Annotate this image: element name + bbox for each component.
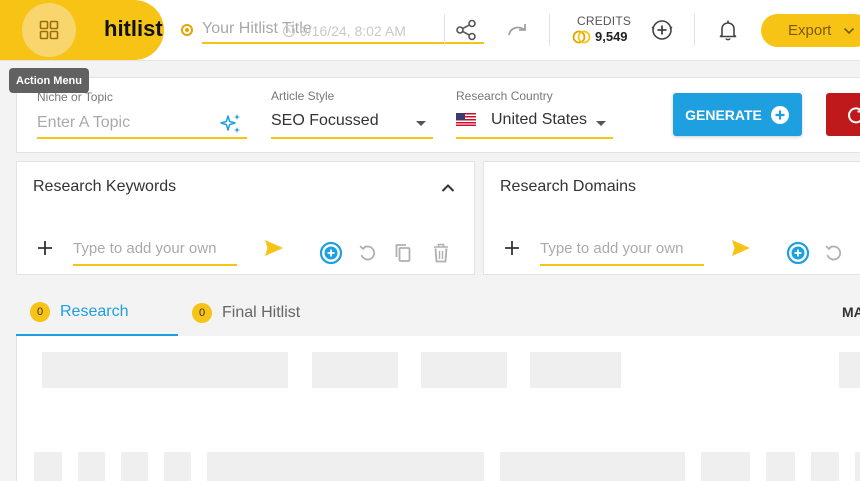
- domain-input[interactable]: Type to add your own: [540, 238, 704, 266]
- export-button[interactable]: Export: [761, 14, 860, 47]
- results-content: [16, 336, 860, 481]
- loading-placeholder: [42, 352, 288, 388]
- loading-placeholder: [78, 452, 105, 481]
- add-keyword-circle-button[interactable]: [319, 241, 343, 265]
- status-dot-icon: [181, 24, 193, 36]
- add-circle-icon: [651, 20, 673, 40]
- loading-placeholder: [701, 452, 750, 481]
- keyword-input[interactable]: Type to add your own: [73, 238, 237, 266]
- add-domain-circle-button[interactable]: [786, 241, 810, 265]
- plus-icon: [505, 241, 519, 255]
- reset-button[interactable]: [826, 93, 860, 136]
- undo-button[interactable]: [357, 242, 377, 264]
- generate-button[interactable]: GENERATE: [673, 93, 802, 136]
- undo-icon: [359, 245, 376, 261]
- research-domains-title: Research Domains: [500, 178, 637, 195]
- loading-placeholder: [207, 452, 484, 481]
- chevron-down-icon: [596, 121, 606, 126]
- plus-icon: [38, 241, 52, 255]
- bell-icon: [719, 20, 737, 41]
- brand-logo-text: hitlist: [104, 16, 163, 41]
- delete-button[interactable]: [431, 242, 451, 264]
- loading-placeholder: [121, 452, 148, 481]
- niche-underline: [37, 137, 247, 139]
- top-header: hitlist 9/16/24, 8:02 AM CREDITS 9,549: [0, 0, 860, 61]
- add-domain-button[interactable]: [502, 238, 522, 258]
- add-credits-button[interactable]: [650, 18, 674, 42]
- country-flag: [456, 112, 476, 126]
- article-style-select[interactable]: SEO Focussed: [271, 112, 379, 130]
- sparkle-icon: [220, 114, 240, 133]
- action-menu-tooltip: Action Menu: [9, 68, 89, 93]
- brand-area: hitlist: [0, 0, 164, 60]
- loading-placeholder: [500, 452, 685, 481]
- us-flag-icon: [456, 112, 476, 126]
- generate-label: GENERATE: [685, 106, 762, 123]
- redo-icon: [508, 24, 526, 36]
- plus-circle-icon: [770, 105, 789, 124]
- trash-icon: [434, 243, 448, 263]
- loading-placeholder: [839, 352, 860, 388]
- copy-icon: [395, 244, 411, 262]
- undo-button[interactable]: [823, 242, 843, 264]
- add-keyword-button[interactable]: [35, 238, 55, 258]
- ai-suggest-button[interactable]: [218, 111, 244, 137]
- research-domains-panel: Research Domains Type to add your own: [483, 161, 860, 275]
- refresh-icon: [848, 106, 860, 123]
- tab-more-label[interactable]: MA: [842, 304, 860, 320]
- clock-icon: [282, 24, 296, 38]
- tab-research[interactable]: 0 Research: [16, 290, 178, 336]
- loading-placeholder: [164, 452, 191, 481]
- article-style-label: Article Style: [271, 89, 335, 103]
- tab-label: Research: [60, 303, 129, 320]
- tab-label: Final Hitlist: [222, 304, 301, 321]
- share-icon: [456, 19, 476, 41]
- notifications-button[interactable]: [716, 18, 740, 42]
- header-divider: [444, 14, 445, 46]
- loading-placeholder: [811, 452, 839, 481]
- collapse-button[interactable]: [438, 178, 458, 198]
- niche-input[interactable]: Enter A Topic: [37, 114, 130, 132]
- loading-placeholder: [530, 352, 621, 388]
- chevron-up-icon: [441, 184, 455, 192]
- credits-display: 9,549: [572, 29, 628, 44]
- loading-placeholder: [421, 352, 507, 388]
- export-label: Export: [788, 22, 832, 39]
- send-icon: [265, 240, 283, 256]
- header-divider: [549, 14, 550, 46]
- credits-value: 9,549: [595, 29, 628, 44]
- credits-label: CREDITS: [577, 14, 632, 28]
- tab-final-hitlist[interactable]: 0 Final Hitlist: [178, 290, 338, 336]
- loading-placeholder: [855, 452, 860, 481]
- country-label: Research Country: [456, 89, 553, 103]
- loading-placeholder: [766, 452, 795, 481]
- submit-keyword-button[interactable]: [263, 238, 285, 258]
- chevron-down-icon: [844, 27, 855, 34]
- article-style-underline: [271, 137, 433, 139]
- send-icon: [732, 240, 750, 256]
- tab-count-badge: 0: [192, 303, 212, 323]
- timestamp: 9/16/24, 8:02 AM: [282, 23, 406, 39]
- tab-count-badge: 0: [30, 302, 50, 322]
- undo-icon: [825, 245, 842, 261]
- research-keywords-title: Research Keywords: [33, 178, 177, 195]
- chevron-down-icon: [416, 121, 426, 126]
- timestamp-text: 9/16/24, 8:02 AM: [300, 23, 406, 39]
- loading-placeholder: [34, 452, 62, 481]
- grid-icon: [39, 20, 59, 40]
- plus-circle-icon: [786, 241, 810, 265]
- action-menu-button[interactable]: [22, 3, 76, 57]
- submit-domain-button[interactable]: [730, 238, 752, 258]
- coin-icon: [572, 30, 591, 43]
- country-underline: [456, 137, 613, 139]
- header-divider: [694, 14, 695, 46]
- loading-placeholder: [312, 352, 398, 388]
- plus-circle-icon: [319, 241, 343, 265]
- research-keywords-panel: Research Keywords Type to add your own: [16, 161, 475, 275]
- redo-button[interactable]: [505, 20, 529, 40]
- share-button[interactable]: [454, 18, 478, 42]
- result-tabs: 0 Research 0 Final Hitlist MA: [16, 290, 860, 336]
- copy-button[interactable]: [393, 242, 413, 264]
- country-select[interactable]: United States: [491, 111, 587, 129]
